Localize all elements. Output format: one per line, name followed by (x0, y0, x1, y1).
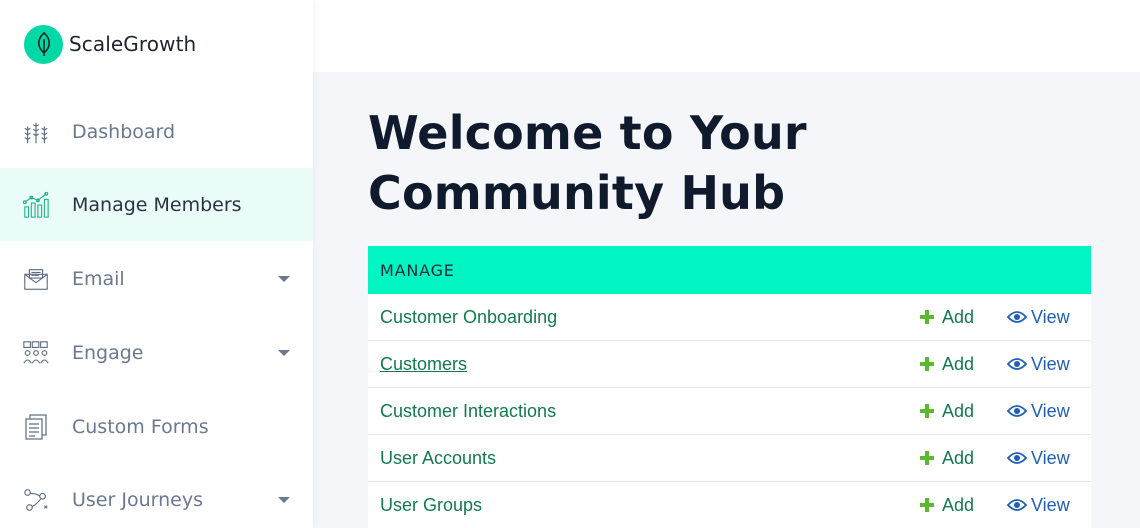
row-link[interactable]: Customers (380, 354, 467, 375)
table-row: User Accounts Add View (368, 435, 1091, 482)
brand-name: ScaleGrowth (69, 32, 197, 56)
table-row: User Groups Add View (368, 482, 1091, 528)
wheat-icon (22, 118, 50, 146)
brand[interactable]: ScaleGrowth (24, 24, 196, 64)
people-icon (22, 339, 50, 367)
envelope-icon (22, 265, 50, 293)
forms-icon (22, 413, 50, 441)
eye-icon (1007, 498, 1027, 512)
view-button[interactable]: View (1007, 448, 1070, 469)
sidebar-item-email[interactable]: Email (0, 242, 313, 315)
sidebar-item-label: Email (72, 267, 125, 290)
view-button[interactable]: View (1007, 401, 1070, 422)
table-row: Customer Onboarding Add View (368, 294, 1091, 341)
table-header: MANAGE (368, 246, 1091, 294)
row-link[interactable]: Customer Onboarding (380, 307, 557, 328)
top-bar (313, 0, 1140, 72)
view-button[interactable]: View (1007, 307, 1070, 328)
chevron-down-icon[interactable] (278, 275, 290, 282)
view-button[interactable]: View (1007, 354, 1070, 375)
add-button[interactable]: Add (920, 495, 974, 516)
eye-icon (1007, 404, 1027, 418)
sidebar-item-user-journeys[interactable]: User Journeys (0, 463, 313, 528)
table-row: Customer Interactions Add View (368, 388, 1091, 435)
chevron-down-icon[interactable] (278, 496, 290, 503)
journey-icon (22, 486, 50, 514)
plus-icon (920, 357, 934, 371)
plus-icon (920, 404, 934, 418)
plus-icon (920, 498, 934, 512)
sidebar-item-label: Custom Forms (72, 415, 209, 438)
sidebar-item-label: User Journeys (72, 488, 203, 511)
page-title: Welcome to Your Community Hub (368, 106, 807, 220)
sidebar-item-manage-members[interactable]: Manage Members (0, 168, 313, 241)
row-link[interactable]: Customer Interactions (380, 401, 556, 422)
add-button[interactable]: Add (920, 448, 974, 469)
eye-icon (1007, 310, 1027, 324)
sidebar-item-label: Engage (72, 341, 144, 364)
add-button[interactable]: Add (920, 354, 974, 375)
add-button[interactable]: Add (920, 307, 974, 328)
row-link[interactable]: User Accounts (380, 448, 496, 469)
sidebar-item-custom-forms[interactable]: Custom Forms (0, 390, 313, 463)
sidebar-item-label: Dashboard (72, 120, 176, 143)
leaf-icon (24, 24, 63, 64)
chevron-down-icon[interactable] (278, 349, 290, 356)
add-button[interactable]: Add (920, 401, 974, 422)
plus-icon (920, 451, 934, 465)
row-link[interactable]: User Groups (380, 495, 482, 516)
sidebar-item-dashboard[interactable]: Dashboard (0, 95, 313, 168)
plus-icon (920, 310, 934, 324)
bar-chart-icon (22, 191, 50, 219)
table-row: Customers Add View (368, 341, 1091, 388)
sidebar-item-engage[interactable]: Engage (0, 316, 313, 389)
eye-icon (1007, 357, 1027, 371)
view-button[interactable]: View (1007, 495, 1070, 516)
eye-icon (1007, 451, 1027, 465)
sidebar-item-label: Manage Members (72, 193, 242, 216)
sidebar: ScaleGrowth Dashboard Manage Members Ema… (0, 0, 313, 528)
manage-table: MANAGE Customer Onboarding Add View Cust… (368, 246, 1091, 528)
